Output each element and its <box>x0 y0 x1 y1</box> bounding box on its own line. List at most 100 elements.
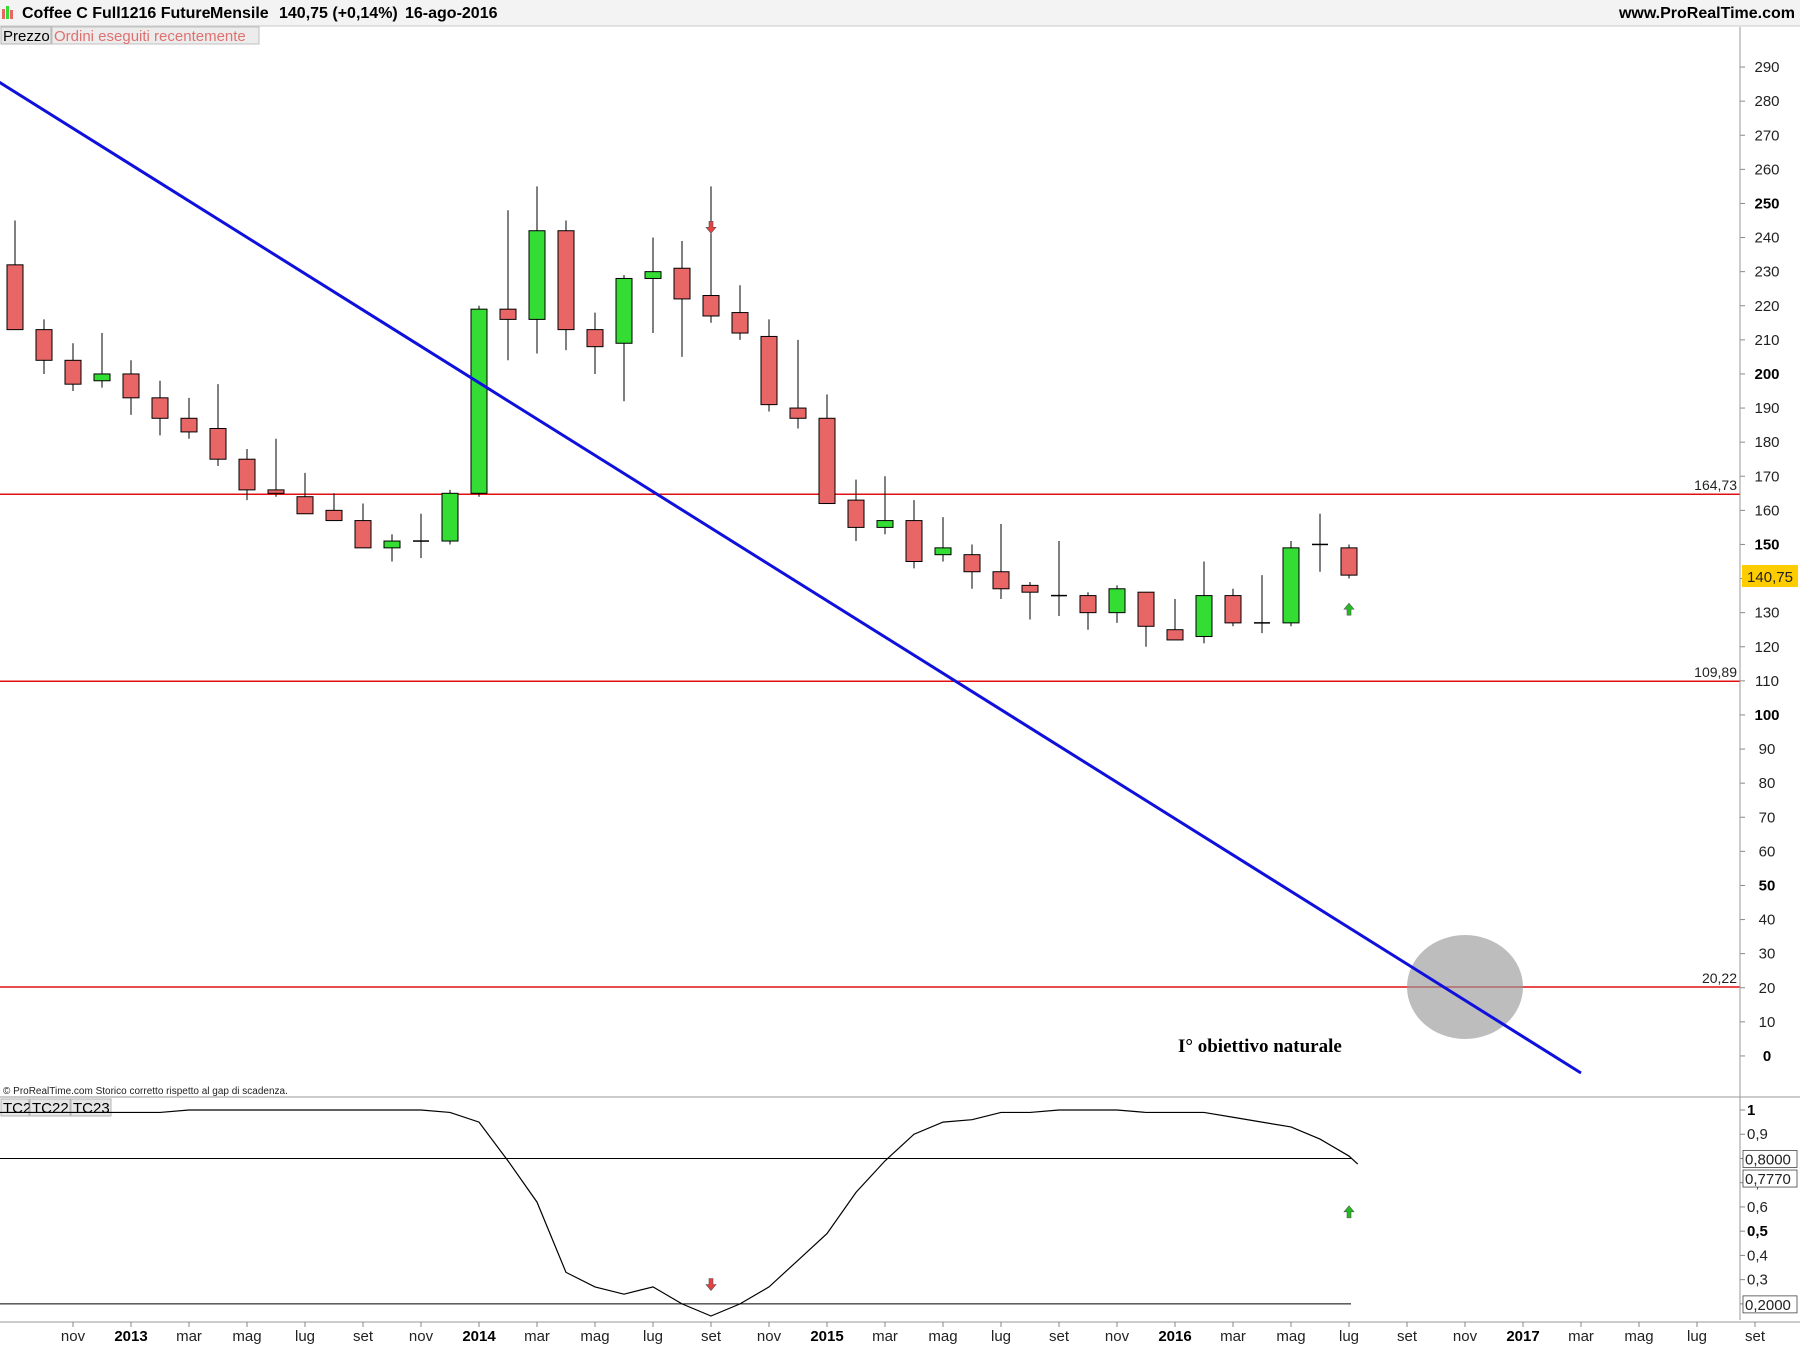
highlight-circle <box>1407 934 1523 1039</box>
price-tick-label: 20 <box>1759 980 1776 997</box>
tab-ordini-label: Ordini eseguiti recentemente <box>54 28 246 45</box>
candle-bear <box>1340 547 1358 576</box>
instrument-title: Coffee C Full1216 Future <box>22 5 211 22</box>
support-line-label: 109,89 <box>1694 664 1737 680</box>
time-tick-label: mag <box>232 1328 261 1345</box>
price-tick-label: 180 <box>1754 434 1779 451</box>
time-tick-label: 2016 <box>1158 1328 1191 1345</box>
candle-bull <box>876 520 894 528</box>
tab-prezzo-label: Prezzo <box>3 28 50 45</box>
candle-bear <box>325 509 343 522</box>
sell-arrow-icon <box>705 1278 717 1291</box>
candle-bear <box>1021 584 1039 593</box>
candle-bear <box>180 417 198 433</box>
time-tick-label: lug <box>295 1328 315 1345</box>
candle-bear <box>354 520 372 549</box>
time-tick-label: mar <box>872 1328 898 1345</box>
buy-arrow-icon <box>1343 602 1355 616</box>
indicator-level-label: 0,8000 <box>1745 1151 1791 1168</box>
candle-bear <box>992 571 1010 590</box>
price-tick-label: 120 <box>1754 639 1779 656</box>
time-tick-label: set <box>1049 1328 1070 1345</box>
price-tick-label: 200 <box>1754 366 1779 383</box>
candle-bear <box>1166 629 1184 641</box>
annotation-text: I° obiettivo naturale <box>1178 1036 1342 1057</box>
price-tick-label: 10 <box>1759 1014 1776 1031</box>
indicator-tick-label: 0,9 <box>1747 1126 1768 1143</box>
time-tick-label: nov <box>409 1328 434 1345</box>
price-tick-label: 100 <box>1754 707 1779 724</box>
candle-bull <box>615 277 633 344</box>
footer-note: © ProRealTime.com Storico corretto rispe… <box>3 1086 288 1097</box>
candle-bear <box>789 407 807 419</box>
time-tick-label: mag <box>580 1328 609 1345</box>
time-tick-label: nov <box>1105 1328 1130 1345</box>
time-tick-label: mag <box>1276 1328 1305 1345</box>
time-tick-label: set <box>1745 1328 1766 1345</box>
time-tick-label: set <box>701 1328 722 1345</box>
candle-bear <box>1137 591 1155 627</box>
price-tick-label: 170 <box>1754 468 1779 485</box>
candle-bull <box>383 540 401 549</box>
indicator-panel: 10,90,80,70,60,50,40,30,2 0,80000,20000,… <box>0 1102 1798 1317</box>
candle-bear <box>905 520 923 563</box>
last-price-label: 140,75 <box>1747 569 1793 586</box>
candle-bull <box>934 547 952 556</box>
price-tick-label: 130 <box>1754 605 1779 622</box>
tab-tc23-label: TC23 <box>73 1100 110 1117</box>
indicator-line <box>0 1109 1359 1317</box>
period-label: Mensile <box>210 5 269 22</box>
price-panel: 2902802702602502402302202102001901801701… <box>0 59 1798 1075</box>
header-bar <box>0 0 1800 26</box>
candle-bear <box>586 329 604 348</box>
price-tick-label: 70 <box>1759 809 1776 826</box>
candle-bull <box>1282 547 1300 624</box>
time-tick-label: lug <box>1339 1328 1359 1345</box>
candle-bear <box>296 496 314 515</box>
candle-bear <box>122 373 140 399</box>
tab-tc2-label: TC2 <box>3 1100 31 1117</box>
support-line-label: 164,73 <box>1694 477 1737 493</box>
price-tick-label: 90 <box>1759 741 1776 758</box>
time-tick-label: nov <box>61 1328 86 1345</box>
candle-bull <box>644 271 662 279</box>
site-url: www.ProRealTime.com <box>1618 5 1795 22</box>
candle-bear <box>6 264 24 331</box>
candle-bear <box>1224 595 1242 624</box>
candle-bear <box>963 554 981 573</box>
indicator-current-label: 0,7770 <box>1745 1171 1791 1188</box>
time-tick-label: mar <box>176 1328 202 1345</box>
price-tick-label: 270 <box>1754 127 1779 144</box>
price-tick-label: 230 <box>1754 264 1779 281</box>
time-tick-label: 2014 <box>462 1328 496 1345</box>
candle-bear <box>1079 595 1097 614</box>
time-tick-label: 2015 <box>810 1328 843 1345</box>
sell-arrow-icon <box>705 221 717 234</box>
time-tick-label: lug <box>991 1328 1011 1345</box>
price-tick-label: 280 <box>1754 93 1779 110</box>
time-tick-label: set <box>353 1328 374 1345</box>
candle-bear <box>818 417 836 505</box>
candle-bear <box>557 230 575 331</box>
candle-bear <box>35 329 53 361</box>
indicator-tick-label: 0,4 <box>1747 1247 1768 1264</box>
price-tick-label: 150 <box>1754 536 1779 553</box>
candle-bull <box>441 492 459 542</box>
tab-tc22-label: TC22 <box>32 1100 69 1117</box>
time-tick-label: nov <box>757 1328 782 1345</box>
price-tick-label: 210 <box>1754 332 1779 349</box>
price-tick-label: 60 <box>1759 843 1776 860</box>
candle-bear <box>847 499 865 528</box>
time-tick-label: lug <box>643 1328 663 1345</box>
candle-bull <box>1108 588 1126 614</box>
price-tick-label: 190 <box>1754 400 1779 417</box>
indicator-tabs: TC2 TC22 TC23 <box>0 1098 112 1117</box>
candle-bear <box>238 458 256 491</box>
time-tick-label: nov <box>1453 1328 1478 1345</box>
price-tick-label: 0 <box>1763 1048 1771 1065</box>
price-tick-label: 250 <box>1754 195 1779 212</box>
price-tick-label: 50 <box>1759 877 1776 894</box>
candle-bear <box>209 428 227 460</box>
time-tick-label: lug <box>1687 1328 1707 1345</box>
time-tick-label: mar <box>524 1328 550 1345</box>
